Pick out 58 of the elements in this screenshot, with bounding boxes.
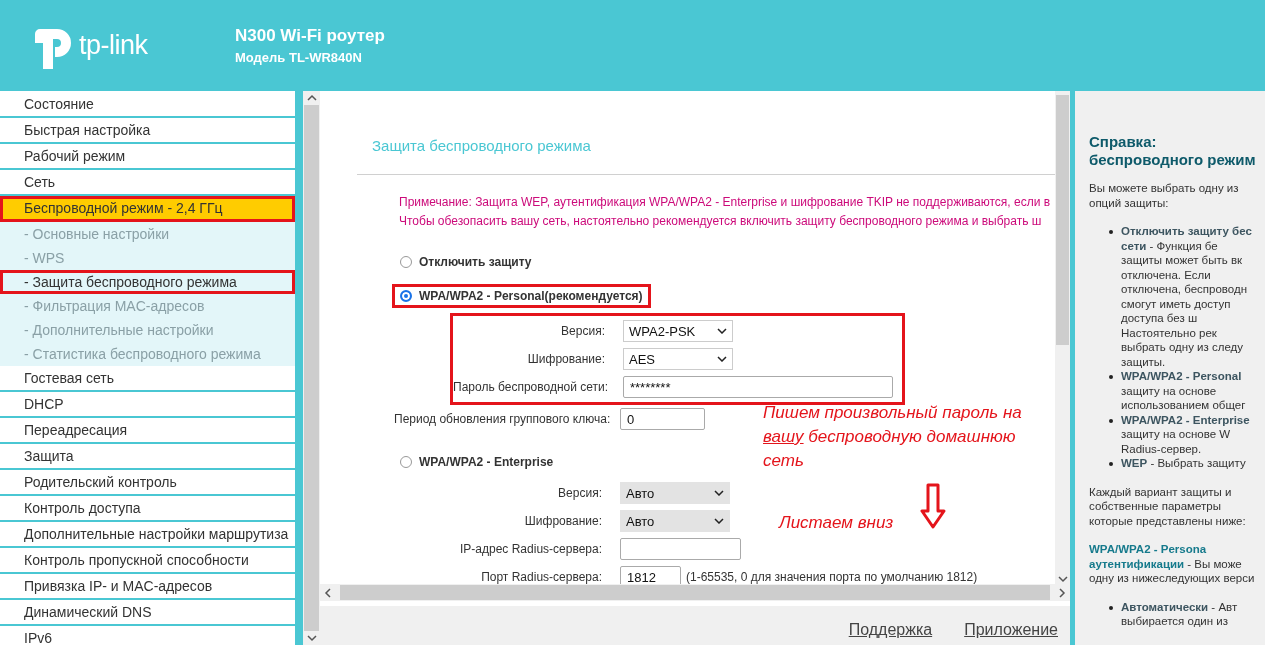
chevron-down-icon [714,490,724,496]
help-list-item: WEP - Выбрать защиту [1121,456,1246,471]
scrollbar[interactable] [303,91,320,645]
select-field[interactable]: AES [623,348,733,370]
help-paragraph: Вы можете выбрать одну из опций защиты: [1089,181,1240,210]
bullet-icon [1109,375,1113,379]
help-list-item: Автоматически - Авт выбирается один из [1121,599,1238,629]
bullet-icon [1109,462,1113,466]
field-label: Порт Radius-сервера: [480,570,603,584]
annotation-text: беспроводную домашнюю [807,427,1016,446]
footer-link[interactable]: Приложение [964,621,1058,639]
help-list-item: Отключить защиту бес сети - Функция бе защиты может быть вк отключена. Если отключена, беспроводн смогут иметь доступ доступа без ш Настоятельно рек выбрать одну из следу защиты. [1121,224,1252,369]
help-list-item: WPA/WPA2 - Enterprise защиту на основе W Radius-сервер. [1121,412,1250,456]
chevron-down-icon [714,518,724,524]
field-label: Версия: [557,486,603,500]
warning-note: Чтобы обезопасить вашу сеть, настоятельно рекомендуется включить защиту беспроводного режима и выбрать ш [399,213,1043,230]
scroll-left-icon[interactable] [322,586,334,599]
field-label: Пароль беспроводной сети: [453,380,610,394]
radio-option[interactable]: WPA/WPA2 - Personal(рекомендуется) [394,286,649,306]
annotation-text: Пишем произвольный пароль на [763,403,1022,422]
scrollbar[interactable] [1055,91,1070,584]
model-name: Модель TL-WR840N [235,50,363,65]
password-field[interactable]: ******** [623,376,893,398]
field-hint: (1-65535, 0 для значения порта по умолчанию 1812) [686,570,978,584]
field-label: Шифрование: [523,514,603,528]
scrollbar[interactable] [320,584,1070,601]
field-label: Шифрование: [526,352,606,366]
help-paragraph: Каждый вариант защиты и собственные параметры которые представлены ниже: [1089,484,1247,528]
select-field[interactable]: WPA2-PSK [623,320,733,342]
warning-note: Примечание: Защита WEP, аутентификация WPA/WPA2 - Enterprise и шифрование TKIP не поддерживаются, если в [399,194,1052,211]
footer-link[interactable]: Поддержка [848,621,933,639]
chevron-down-icon [717,356,727,362]
page-title: Защита беспроводного режима [372,137,592,154]
chevron-down-icon [717,328,727,334]
input-field[interactable]: 1812 [620,566,681,584]
input-field[interactable]: 0 [620,408,705,430]
bullet-icon [1109,605,1113,610]
menu-item[interactable]: Беспроводной режим - 2,4 ГГц [0,196,295,222]
bullet-icon [1109,230,1113,234]
annotation-text: Листаем вниз [779,513,894,532]
field-label: Версия: [560,324,606,338]
help-paragraph: WPA/WPA2 - Persona аутентификации - Вы може одну из нижеследующих верси [1089,542,1256,586]
submenu-item[interactable]: - Защита беспроводного режима [0,270,295,294]
help-title: Справка: беспроводного режим [1089,133,1257,169]
arrow-down-icon [920,483,946,529]
logo-text: tp-link [79,30,148,61]
scroll-down-icon[interactable] [1057,574,1068,584]
field-label: Период обновления группового ключа: [394,412,612,426]
annotation-text: вашу [763,427,804,446]
annotation-text: сеть [763,451,804,470]
input-field[interactable] [620,538,741,560]
field-label: IP-адрес Radius-сервера: [459,542,603,556]
product-title: N300 Wi-Fi роутер [235,26,385,46]
radio-option[interactable]: WPA/WPA2 - Enterprise [394,452,560,472]
bullet-icon [1109,418,1113,423]
radio-option[interactable]: Отключить защиту [394,252,538,272]
scroll-right-icon[interactable] [1056,586,1068,599]
help-list-item: WPA/WPA2 - Personal защиту на основе использованием общег [1121,369,1246,413]
